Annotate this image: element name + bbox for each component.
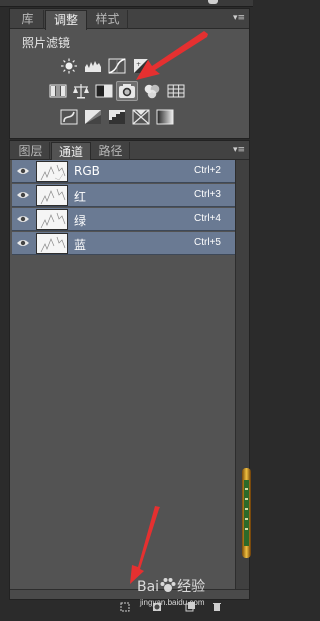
arrow-pointer-icon [130, 506, 160, 584]
color-lookup-icon[interactable] [167, 83, 185, 99]
channel-name: RGB [74, 164, 100, 178]
adjustments-tabbar: 库 调整 样式 ▾≡ [10, 9, 249, 30]
watermark-brand: Bai [137, 579, 160, 595]
levels-icon[interactable] [84, 58, 102, 74]
gradient-map-icon[interactable] [156, 109, 174, 125]
channel-thumbnail [36, 209, 68, 230]
eye-icon[interactable] [16, 189, 30, 201]
channels-footer [10, 589, 249, 599]
channel-shortcut: Ctrl+3 [194, 189, 221, 200]
panel-menu-icon[interactable]: ▾≡ [232, 144, 246, 156]
channel-row-red[interactable]: 红 Ctrl+3 [12, 184, 235, 207]
tab-layers[interactable]: 图层 [12, 142, 50, 161]
tab-adjustments[interactable]: 调整 [45, 10, 87, 30]
tab-paths[interactable]: 路径 [92, 142, 130, 161]
brightness-contrast-icon[interactable] [60, 58, 78, 74]
channel-name: 绿 [74, 214, 87, 228]
channel-row-green[interactable]: 绿 Ctrl+4 [12, 208, 235, 231]
channel-shortcut: Ctrl+2 [194, 165, 221, 176]
new-channel-icon[interactable] [185, 602, 195, 612]
baidu-watermark: Bai 经验 [137, 576, 205, 596]
channel-shortcut: Ctrl+4 [194, 213, 221, 224]
channel-shortcut: Ctrl+5 [194, 237, 221, 248]
trash-icon[interactable] [212, 602, 222, 612]
posterize-icon[interactable] [84, 109, 102, 125]
eye-icon[interactable] [16, 213, 30, 225]
channel-mixer-icon[interactable] [143, 83, 161, 99]
tab-channels[interactable]: 通道 [51, 142, 91, 162]
photo-filter-button[interactable] [116, 81, 138, 101]
scroll-knob[interactable] [208, 0, 218, 4]
photo-filter-icon [119, 84, 135, 98]
curves-icon[interactable] [108, 58, 126, 74]
channels-list: RGB Ctrl+2 红 Ctrl+3 绿 Ctrl+4 蓝 Ctrl+5 [10, 160, 235, 589]
invert-icon[interactable] [60, 109, 78, 125]
channel-name: 蓝 [74, 238, 87, 252]
channel-row-blue[interactable]: 蓝 Ctrl+5 [12, 232, 235, 255]
save-selection-icon[interactable] [152, 602, 162, 612]
panel-menu-icon[interactable]: ▾≡ [232, 12, 246, 24]
paw-icon [160, 578, 176, 592]
vibrance-icon[interactable] [49, 83, 67, 99]
black-white-icon[interactable] [95, 83, 113, 99]
load-selection-icon[interactable] [120, 602, 130, 612]
channel-row-rgb[interactable]: RGB Ctrl+2 [12, 160, 235, 183]
channels-tabbar: 图层 通道 路径 ▾≡ [10, 141, 249, 162]
scroll-ornament [242, 468, 251, 558]
tab-library[interactable]: 库 [12, 10, 44, 29]
threshold-icon[interactable] [108, 109, 126, 125]
top-strip [0, 0, 253, 7]
arrow-pointer-icon [136, 31, 208, 80]
watermark-suffix: 经验 [177, 579, 206, 595]
eye-icon[interactable] [16, 165, 30, 177]
channel-name: 红 [74, 190, 87, 204]
eye-icon[interactable] [16, 237, 30, 249]
tab-styles[interactable]: 样式 [88, 10, 128, 29]
color-balance-icon[interactable] [72, 83, 90, 99]
channel-thumbnail [36, 233, 68, 254]
channel-thumbnail [36, 161, 68, 182]
channel-thumbnail [36, 185, 68, 206]
section-title: 照片滤镜 [22, 36, 71, 50]
selective-color-icon[interactable] [132, 109, 150, 125]
